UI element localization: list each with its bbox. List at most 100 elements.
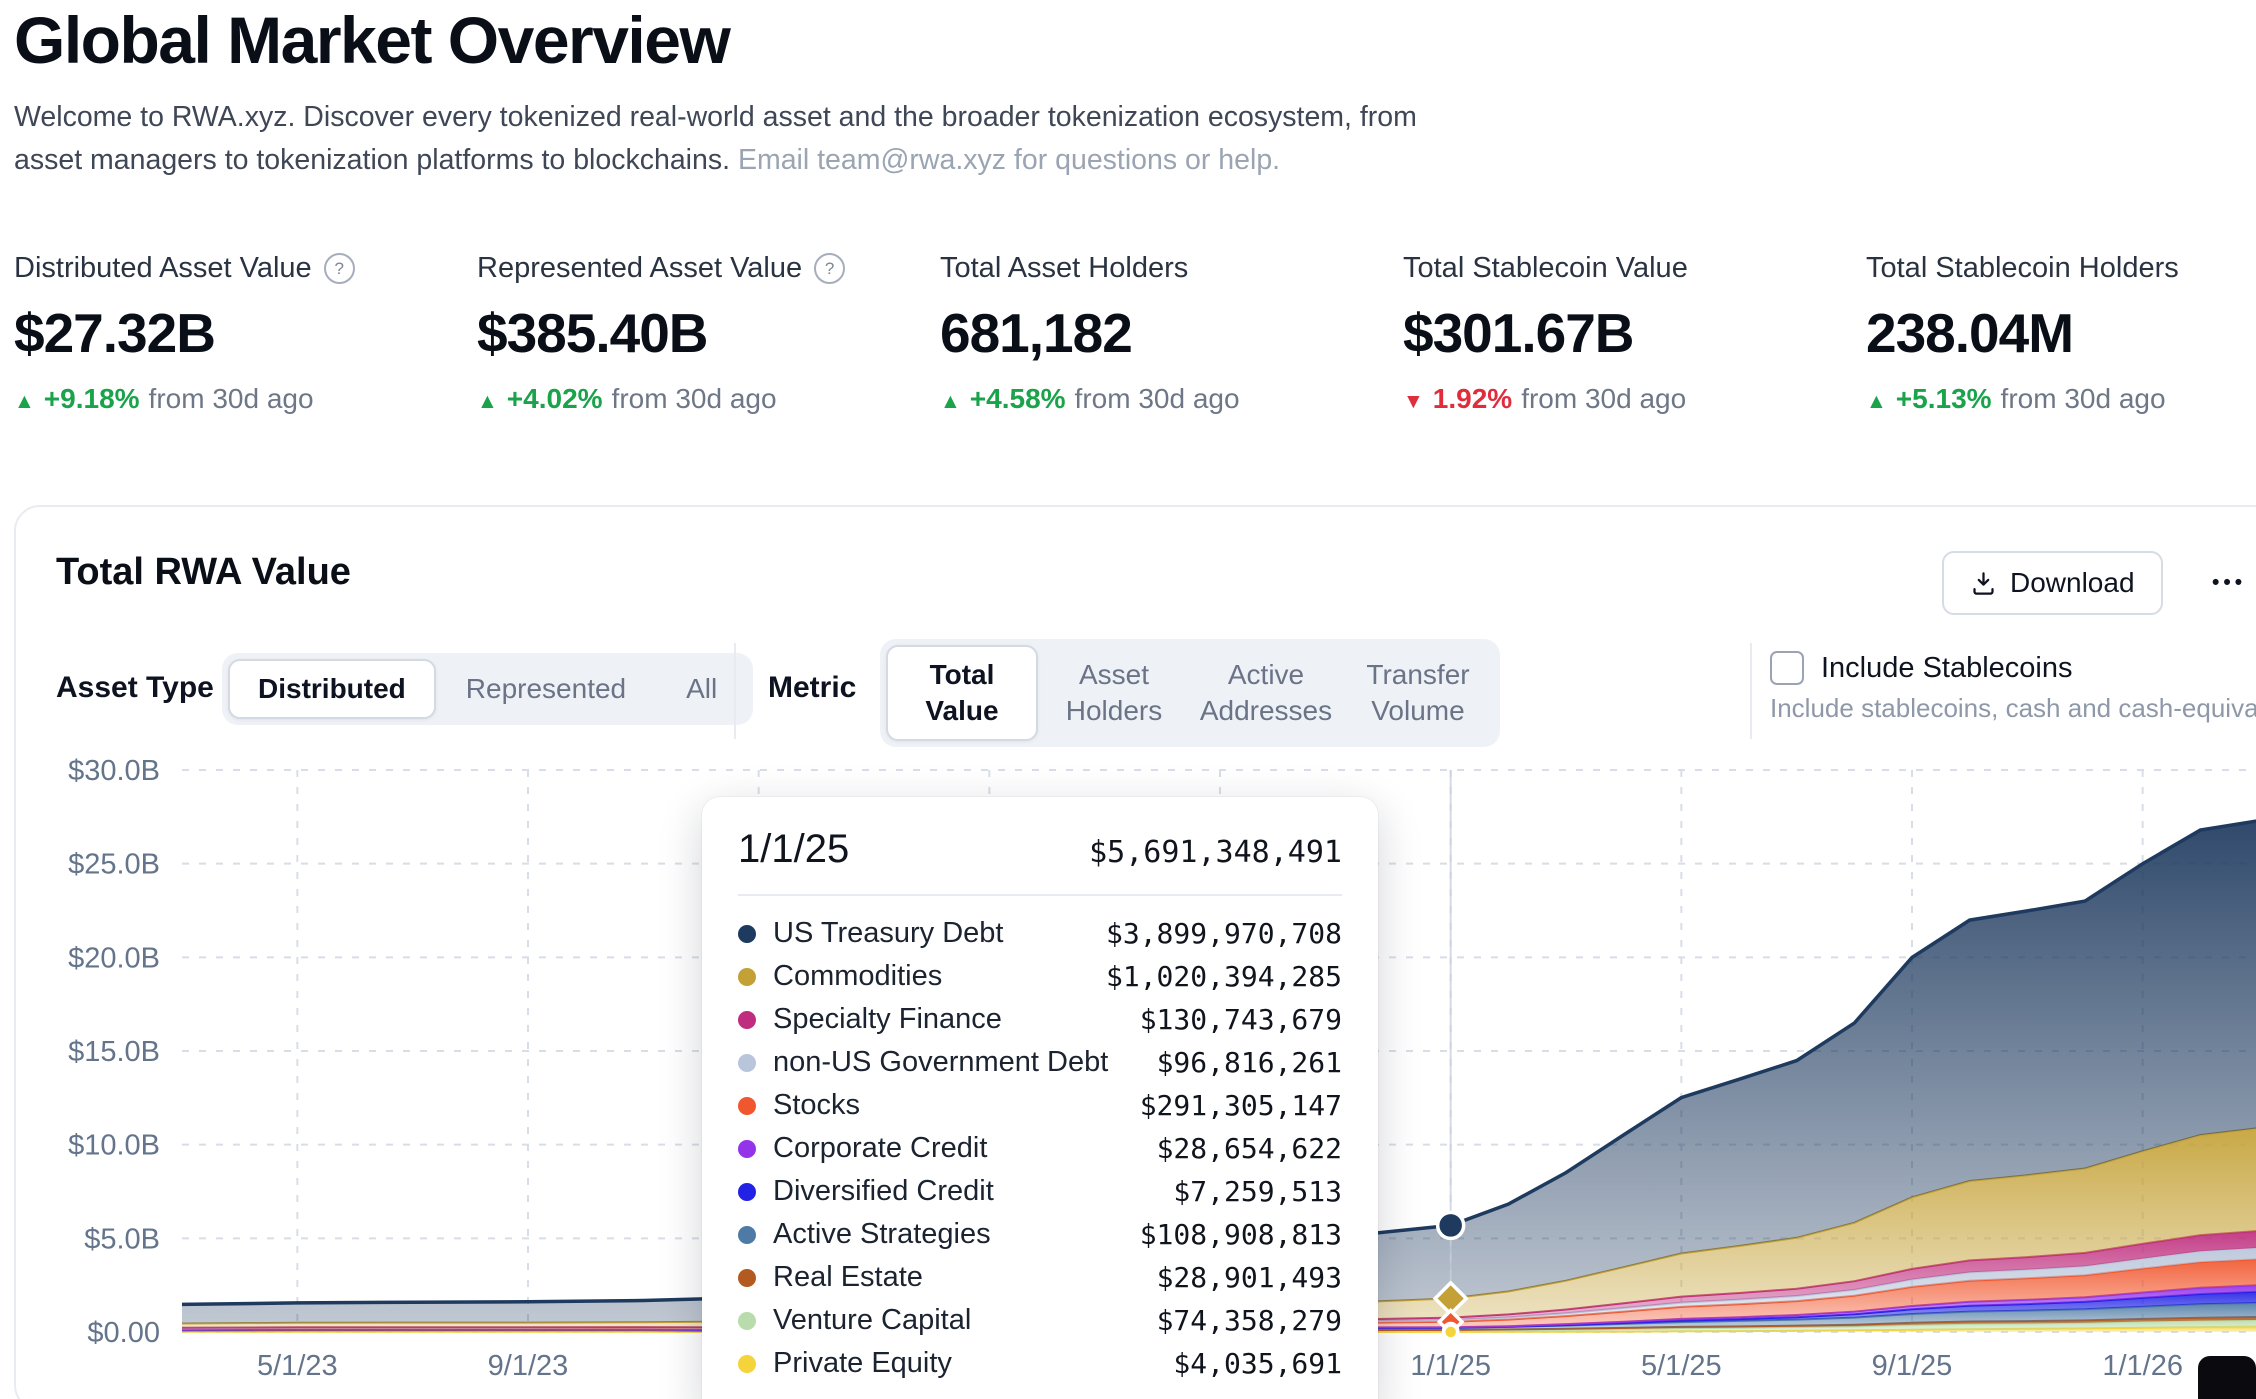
stat-change-percent: +4.58% [970, 383, 1066, 415]
tooltip-row: Real Estate $28,901,493 [738, 1256, 1342, 1299]
series-dot [738, 925, 756, 943]
tooltip-row: Specialty Finance $130,743,679 [738, 998, 1342, 1041]
series-name: non-US Government Debt [773, 1046, 1108, 1079]
y-axis-label: $25.0B [68, 849, 160, 881]
chat-widget-button[interactable] [2198, 1356, 2256, 1399]
x-axis-label: 5/1/25 [1641, 1350, 1722, 1382]
stat-change-percent: +5.13% [1896, 383, 1992, 415]
highlight-marker [1438, 1212, 1464, 1238]
stat-value: 238.04M [1866, 301, 2256, 365]
series-dot [738, 1054, 756, 1072]
stat-label: Represented Asset Value [477, 252, 802, 285]
series-value: $1,020,394,285 [1106, 960, 1342, 993]
chart-tooltip: 1/1/25 $5,691,348,491 US Treasury Debt $… [702, 797, 1378, 1399]
series-name: Specialty Finance [773, 1003, 1002, 1036]
stat-change-suffix: from 30d ago [149, 383, 314, 415]
tooltip-row: Commodities $1,020,394,285 [738, 955, 1342, 998]
y-axis-label: $30.0B [68, 755, 160, 787]
tooltip-row: Diversified Credit $7,259,513 [738, 1170, 1342, 1213]
stat-card: Represented Asset Value ? $385.40B ▲ +4.… [477, 252, 940, 415]
tooltip-date: 1/1/25 [738, 827, 849, 872]
y-axis-label: $20.0B [68, 942, 160, 974]
stat-card: Total Stablecoin Holders ? 238.04M ▲ +5.… [1866, 252, 2256, 415]
tooltip-row: non-US Government Debt $96,816,261 [738, 1041, 1342, 1084]
stat-change: ▲ +4.02% from 30d ago [477, 383, 940, 415]
change-arrow-icon: ▲ [14, 390, 35, 414]
series-name: US Treasury Debt [773, 917, 1003, 950]
y-axis-label: $0.00 [87, 1317, 160, 1349]
help-icon[interactable]: ? [324, 253, 355, 284]
stat-change: ▲ +9.18% from 30d ago [14, 383, 477, 415]
series-value: $108,908,813 [1140, 1218, 1342, 1251]
stats-row: Distributed Asset Value ? $27.32B ▲ +9.1… [14, 252, 2256, 415]
change-arrow-icon: ▲ [477, 390, 498, 414]
x-axis-label: 1/1/25 [1410, 1350, 1491, 1382]
help-icon[interactable]: ? [814, 253, 845, 284]
series-dot [738, 1312, 756, 1330]
page: Global Market Overview Welcome to RWA.xy… [0, 0, 2256, 1399]
x-axis-label: 9/1/23 [488, 1350, 569, 1382]
stat-card: Distributed Asset Value ? $27.32B ▲ +9.1… [14, 252, 477, 415]
stat-label: Distributed Asset Value [14, 252, 312, 285]
stat-change: ▼ 1.92% from 30d ago [1403, 383, 1866, 415]
series-dot [738, 1269, 756, 1287]
stat-value: 681,182 [940, 301, 1403, 365]
series-dot [738, 1011, 756, 1029]
tooltip-divider [738, 894, 1342, 896]
tooltip-row: Venture Capital $74,358,279 [738, 1299, 1342, 1342]
stat-card: Total Asset Holders ? 681,182 ▲ +4.58% f… [940, 252, 1403, 415]
stat-label: Total Asset Holders [940, 252, 1188, 285]
tooltip-row: Private Equity $4,035,691 [738, 1342, 1342, 1385]
change-arrow-icon: ▼ [1403, 390, 1424, 414]
contact-note[interactable]: Email team@rwa.xyz for questions or help… [738, 144, 1280, 176]
tooltip-row: US Treasury Debt $3,899,970,708 [738, 912, 1342, 955]
stat-value: $385.40B [477, 301, 940, 365]
highlight-marker [1444, 1325, 1458, 1339]
change-arrow-icon: ▲ [1866, 390, 1887, 414]
series-value: $130,743,679 [1140, 1003, 1342, 1036]
series-value: $28,901,493 [1157, 1261, 1342, 1294]
y-axis-label: $15.0B [68, 1036, 160, 1068]
series-dot [738, 1355, 756, 1373]
stat-card: Total Stablecoin Value ? $301.67B ▼ 1.92… [1403, 252, 1866, 415]
total-rwa-value-card: Total RWA Value Download ••• Asset Type … [14, 505, 2256, 1399]
x-axis-label: 1/1/26 [2102, 1350, 2183, 1382]
stat-label: Total Stablecoin Value [1403, 252, 1688, 285]
stat-change-percent: +4.02% [507, 383, 603, 415]
series-name: Commodities [773, 960, 942, 993]
x-axis-label: 5/1/23 [257, 1350, 338, 1382]
series-name: Active Strategies [773, 1218, 991, 1251]
series-dot [738, 1097, 756, 1115]
series-name: Diversified Credit [773, 1175, 994, 1208]
stat-value: $27.32B [14, 301, 477, 365]
stat-change: ▲ +5.13% from 30d ago [1866, 383, 2256, 415]
series-dot [738, 968, 756, 986]
stat-value: $301.67B [1403, 301, 1866, 365]
series-name: Venture Capital [773, 1304, 971, 1337]
series-name: Private Equity [773, 1347, 952, 1380]
x-axis-label: 9/1/25 [1872, 1350, 1953, 1382]
stat-change-suffix: from 30d ago [1075, 383, 1240, 415]
y-axis-label: $10.0B [68, 1130, 160, 1162]
series-name: Real Estate [773, 1261, 923, 1294]
stat-change: ▲ +4.58% from 30d ago [940, 383, 1403, 415]
stat-change-percent: 1.92% [1433, 383, 1512, 415]
series-name: Corporate Credit [773, 1132, 987, 1165]
change-arrow-icon: ▲ [940, 390, 961, 414]
stat-change-percent: +9.18% [44, 383, 140, 415]
series-value: $96,816,261 [1157, 1046, 1342, 1079]
y-axis-label: $5.0B [84, 1223, 160, 1255]
series-dot [738, 1226, 756, 1244]
tooltip-row: Active Strategies $108,908,813 [738, 1213, 1342, 1256]
series-value: $7,259,513 [1173, 1175, 1342, 1208]
tooltip-row: Corporate Credit $28,654,622 [738, 1127, 1342, 1170]
series-name: Stocks [773, 1089, 860, 1122]
page-title: Global Market Overview [14, 2, 729, 78]
series-value: $291,305,147 [1140, 1089, 1342, 1122]
series-value: $3,899,970,708 [1106, 917, 1342, 950]
stat-change-suffix: from 30d ago [1521, 383, 1686, 415]
stat-change-suffix: from 30d ago [612, 383, 777, 415]
tooltip-rows: US Treasury Debt $3,899,970,708 Commodit… [738, 912, 1342, 1385]
series-dot [738, 1140, 756, 1158]
tooltip-total-value: $5,691,348,491 [1089, 835, 1342, 870]
